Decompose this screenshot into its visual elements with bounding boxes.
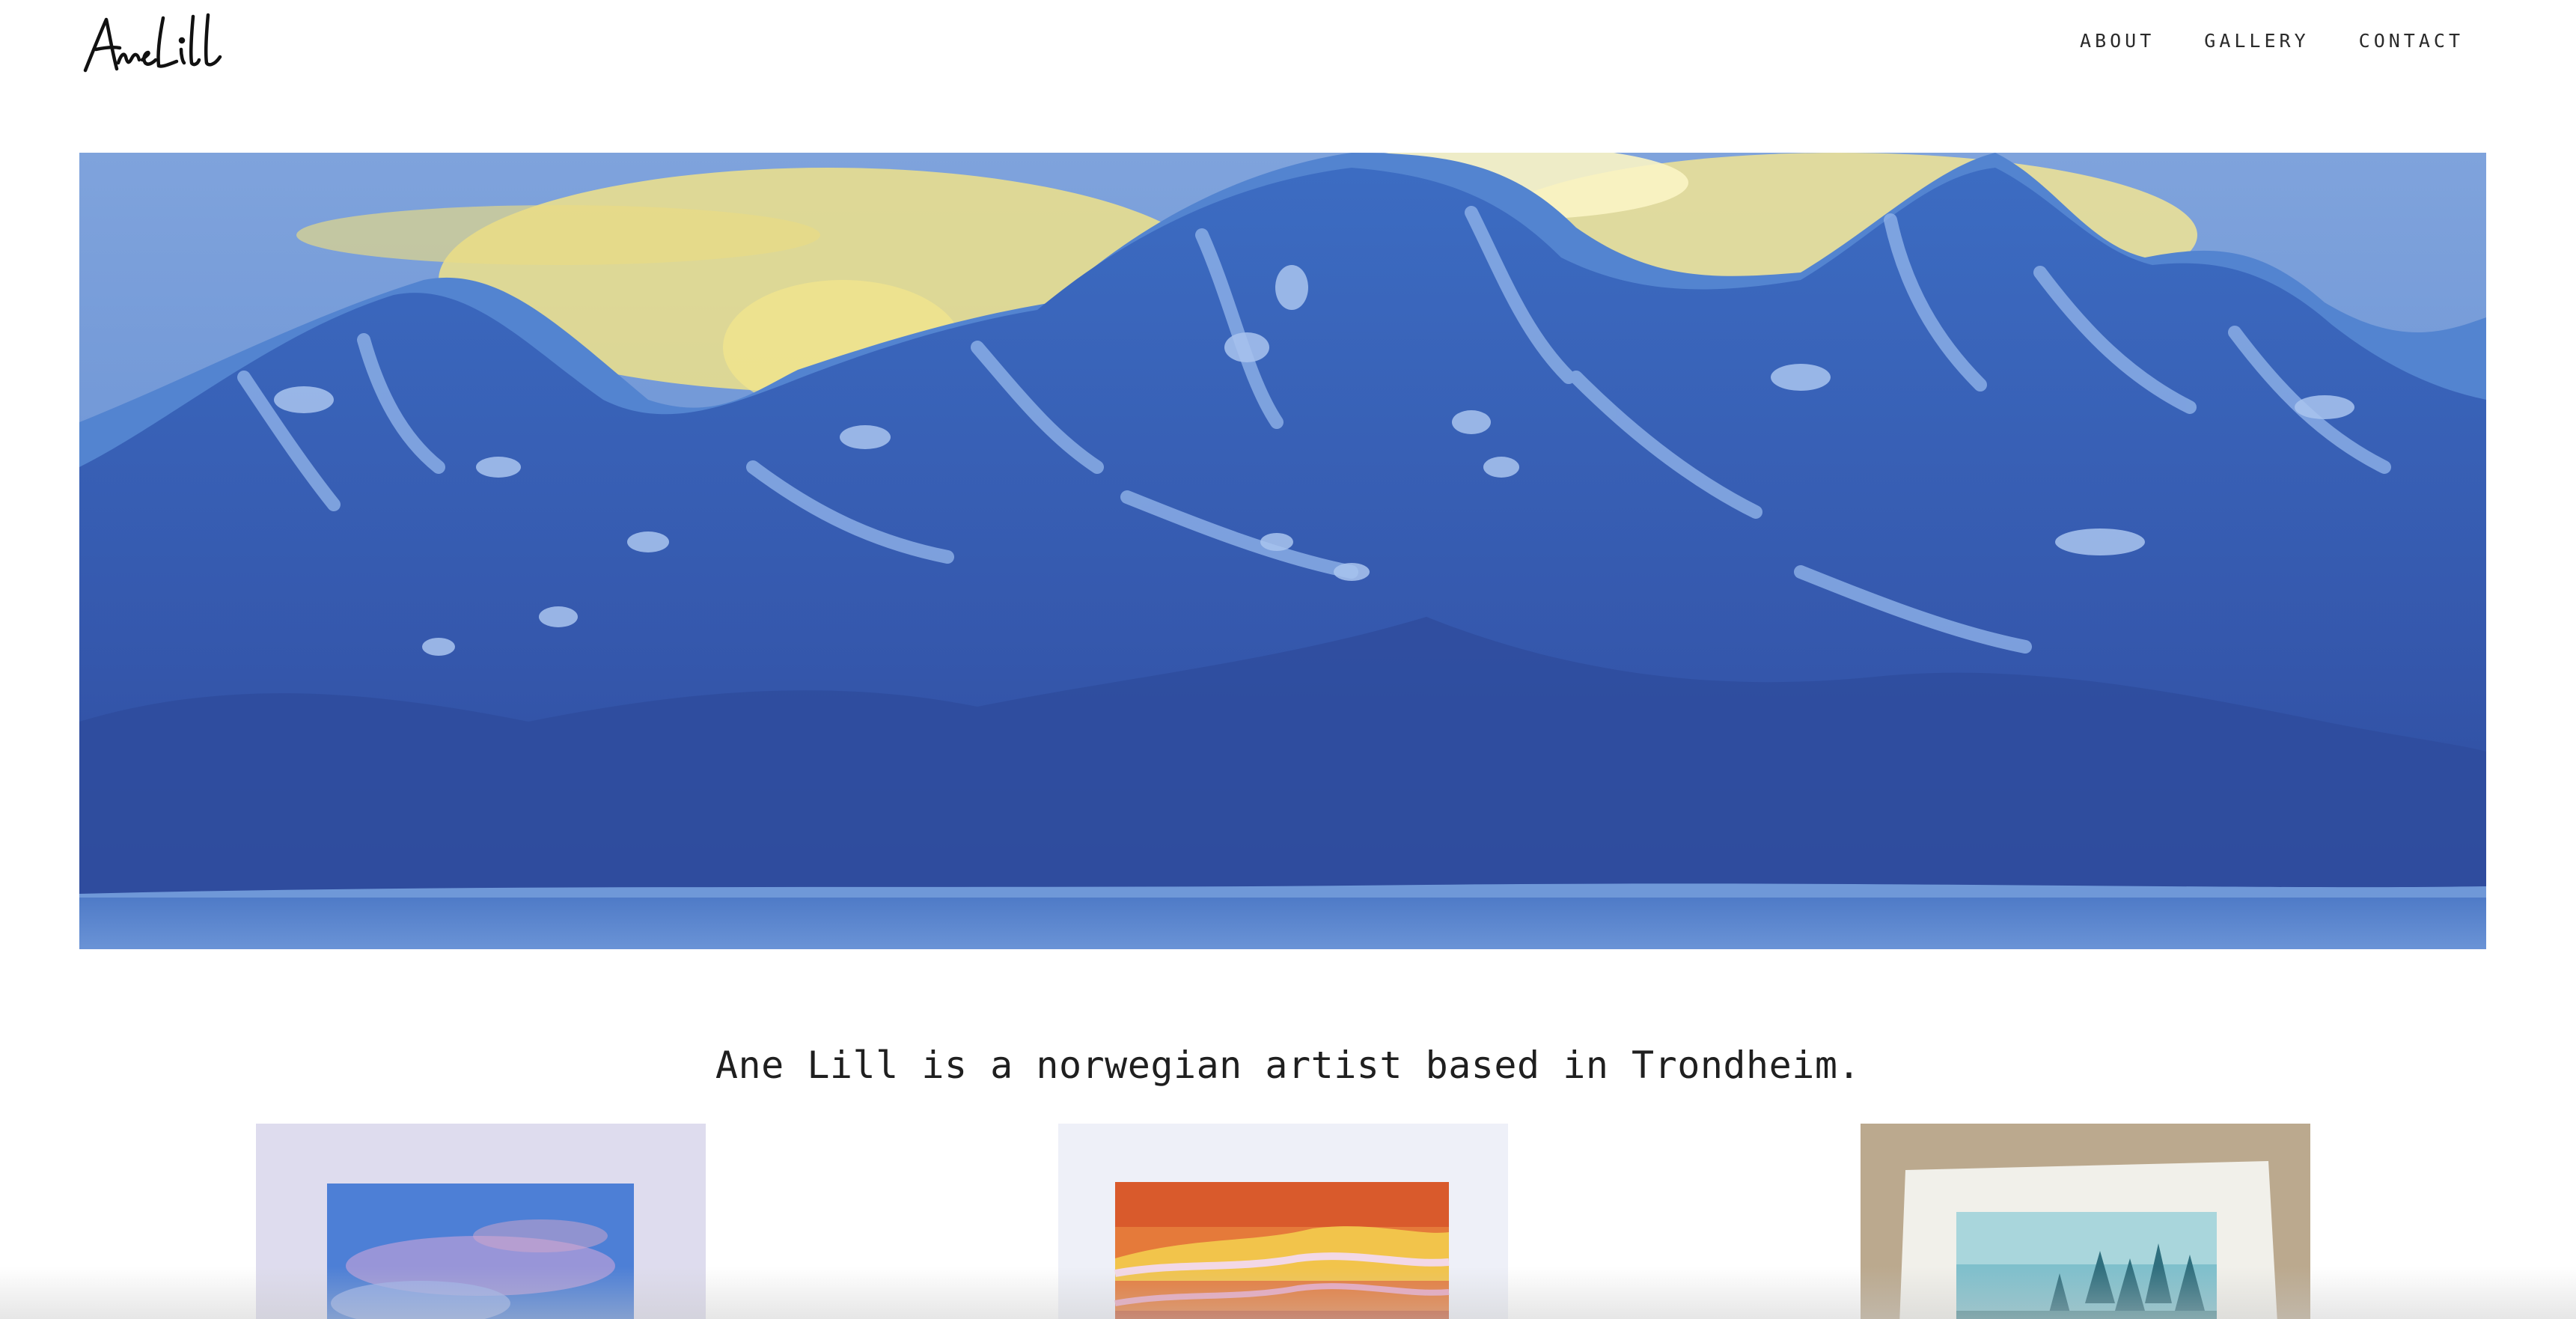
painting-thumbnail-2 (1058, 1124, 1508, 1319)
main-nav: ABOUT GALLERY CONTACT (2080, 30, 2464, 52)
hero-painting (79, 153, 2486, 949)
intro-text: Ane Lill is a norwegian artist based in … (715, 1044, 1861, 1087)
page: ABOUT GALLERY CONTACT Ane Lill is a norw… (0, 0, 2576, 1319)
mountain-painting-image (79, 153, 2486, 949)
nav-gallery[interactable]: GALLERY (2204, 30, 2309, 52)
gallery-item-2[interactable] (1058, 1124, 1508, 1319)
site-logo[interactable] (79, 10, 229, 79)
painting-thumbnail-1 (256, 1124, 706, 1319)
gallery-item-1[interactable] (256, 1124, 706, 1319)
nav-about[interactable]: ABOUT (2080, 30, 2155, 52)
gallery-item-3[interactable] (1861, 1124, 2310, 1319)
nav-contact[interactable]: CONTACT (2359, 30, 2464, 52)
painting-thumbnail-3 (1861, 1124, 2310, 1319)
